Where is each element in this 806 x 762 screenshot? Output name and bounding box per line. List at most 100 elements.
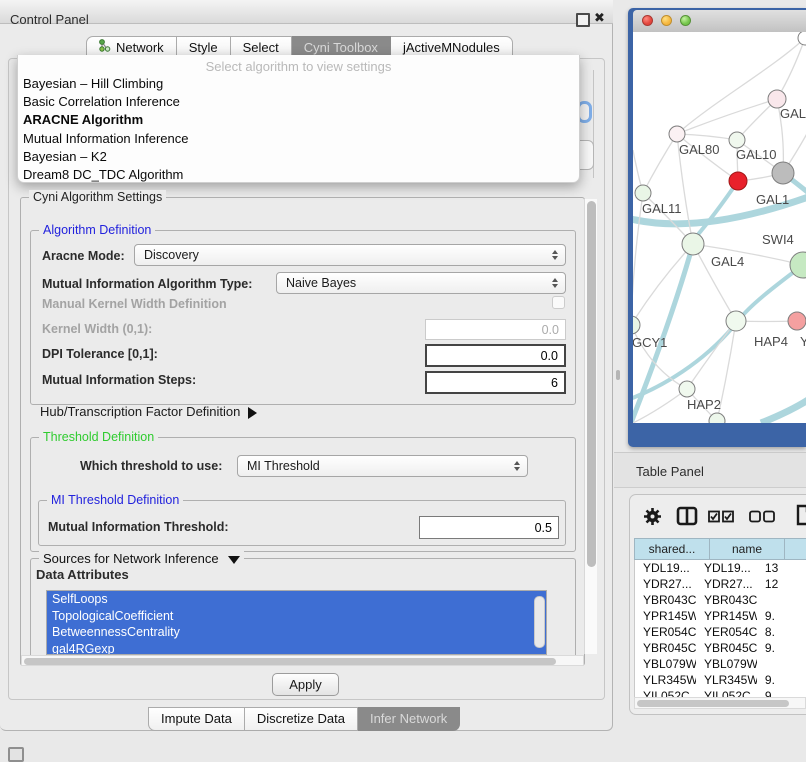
select-all-checkboxes-icon[interactable]	[708, 510, 735, 528]
network-node-y[interactable]	[788, 312, 806, 330]
mi-algorithm-type-value: Naive Bayes	[286, 276, 356, 290]
settings-vscroll-thumb[interactable]	[587, 201, 596, 567]
data-attributes-list[interactable]: SelfLoopsTopologicalCoefficientBetweenne…	[46, 590, 547, 655]
attributes-list-scrollbar[interactable]	[533, 594, 545, 651]
algorithm-option-bayesian-k2[interactable]: Bayesian – K2	[18, 148, 579, 166]
mi-threshold-group-title: MI Threshold Definition	[47, 493, 183, 507]
algorithm-option-aracne-algorithm[interactable]: ARACNE Algorithm	[18, 111, 579, 129]
network-node-gal1[interactable]	[729, 172, 747, 190]
algorithm-popup-placeholder: Select algorithm to view settings	[18, 58, 579, 75]
apply-button[interactable]: Apply	[272, 673, 339, 696]
table-cell: YBR045C	[635, 640, 696, 656]
attribute-item-topologicalcoefficient[interactable]: TopologicalCoefficient	[47, 608, 546, 625]
column-chooser-icon[interactable]	[676, 506, 698, 531]
table-row[interactable]: YBR043CYBR043C	[635, 592, 806, 608]
table-row[interactable]: YBL079WYBL079W	[635, 656, 806, 672]
bottom-tab-infer-network[interactable]: Infer Network	[358, 707, 460, 731]
mi-steps-field[interactable]: 6	[425, 371, 566, 394]
node-label-gal10: GAL10	[736, 147, 776, 162]
network-node-gal4[interactable]	[682, 233, 704, 255]
node-label-gal4: GAL4	[711, 254, 744, 269]
float-panel-icon[interactable]	[576, 13, 590, 27]
node-label-gal80: GAL80	[679, 142, 719, 157]
network-node[interactable]	[772, 162, 794, 184]
aracne-mode-combo[interactable]: Discovery	[134, 244, 566, 266]
node-label-gcy1: GCY1	[633, 335, 667, 350]
attributes-scroll-thumb[interactable]	[534, 596, 545, 648]
table-row[interactable]: YPR145WYPR145W9.	[635, 608, 806, 624]
node-label-hap2: HAP2	[687, 397, 721, 412]
table-cell: 9.	[757, 672, 806, 688]
panel-splitter-handle[interactable]	[616, 370, 620, 380]
table-hscroll-thumb[interactable]	[637, 700, 789, 707]
dpi-tolerance-field[interactable]: 0.0	[425, 344, 566, 367]
tab-label: Infer Network	[370, 708, 447, 730]
network-node-gcy1[interactable]	[633, 316, 640, 334]
hub-definition-label: Hub/Transcription Factor Definition	[40, 404, 240, 419]
which-threshold-combo[interactable]: MI Threshold	[237, 455, 528, 477]
docked-panel-icon[interactable]	[8, 747, 24, 762]
table-cell: YIL052C	[696, 688, 757, 697]
mi-algorithm-type-combo[interactable]: Naive Bayes	[276, 272, 566, 294]
table-row[interactable]: YER054CYER054C8.	[635, 624, 806, 640]
settings-horizontal-scrollbar[interactable]	[21, 655, 584, 666]
network-node-gal10[interactable]	[729, 132, 745, 148]
column-header-shared[interactable]: shared...	[635, 539, 710, 559]
manual-kernel-width-label: Manual Kernel Width Definition	[42, 297, 227, 311]
mi-threshold-field[interactable]: 0.5	[419, 516, 559, 539]
close-panel-icon[interactable]: ✖	[594, 10, 605, 26]
table-cell: 9.	[757, 608, 806, 624]
network-canvas[interactable]: GALGAL80GAL10GAL1GAL11GAL4SWI4HAP4YGCY1H…	[633, 32, 806, 423]
manual-kernel-width-checkbox[interactable]	[552, 296, 565, 309]
table-cell: YPR145W	[635, 608, 696, 624]
attribute-item-gal4rgexp[interactable]: gal4RGexp	[47, 641, 546, 656]
column-header-name[interactable]: name	[710, 539, 785, 559]
table-row[interactable]: YDL19...YDL19...13	[635, 560, 806, 576]
node-label-hap4: HAP4	[754, 334, 788, 349]
collapse-arrow-icon	[228, 556, 240, 564]
network-node-hap2[interactable]	[679, 381, 695, 397]
table-horizontal-scrollbar[interactable]	[634, 697, 806, 709]
network-nodes[interactable]	[633, 32, 806, 423]
network-node-gal80[interactable]	[669, 126, 685, 142]
tab-label: Discretize Data	[257, 708, 345, 730]
network-node-gal11[interactable]	[635, 185, 651, 201]
table-cell: 9	[757, 688, 806, 697]
threshold-definition-title: Threshold Definition	[39, 430, 158, 444]
table-row[interactable]: YDR27...YDR27...12	[635, 576, 806, 592]
minimize-window-icon[interactable]	[661, 15, 672, 26]
table-cell: YBR043C	[696, 592, 757, 608]
kernel-width-field[interactable]: 0.0	[425, 319, 566, 340]
table-row[interactable]: YIL052CYIL052C9	[635, 688, 806, 697]
settings-vertical-scrollbar[interactable]	[584, 199, 597, 654]
table-cell: YBL079W	[635, 656, 696, 672]
table-cell: YDR27...	[635, 576, 696, 592]
attribute-item-betweennesscentrality[interactable]: BetweennessCentrality	[47, 624, 546, 641]
sources-group-title[interactable]: Sources for Network Inference	[39, 551, 244, 566]
dpi-tolerance-label: DPI Tolerance [0,1]:	[42, 347, 158, 361]
algorithm-option-dream8-dc-tdc-algorithm[interactable]: Dream8 DC_TDC Algorithm	[18, 166, 579, 184]
table-row[interactable]: YBR045CYBR045C9.	[635, 640, 806, 656]
table-cell: YPR145W	[696, 608, 757, 624]
hub-definition-toggle[interactable]: Hub/Transcription Factor Definition	[40, 404, 257, 419]
algorithm-option-basic-correlation-inference[interactable]: Basic Correlation Inference	[18, 93, 579, 111]
table-cell: 8.	[757, 624, 806, 640]
attribute-item-selfloops[interactable]: SelfLoops	[47, 591, 546, 608]
table-cell	[757, 592, 806, 608]
node-label-gal: GAL	[780, 106, 806, 121]
algorithm-option-bayesian-hill-climbing[interactable]: Bayesian – Hill Climbing	[18, 75, 579, 93]
table-row[interactable]: YLR345WYLR345W9.	[635, 672, 806, 688]
deselect-all-checkboxes-icon[interactable]	[749, 510, 776, 528]
network-window-titlebar	[633, 10, 806, 33]
algorithm-option-mutual-information-inference[interactable]: Mutual Information Inference	[18, 130, 579, 148]
bottom-tab-impute-data[interactable]: Impute Data	[148, 707, 245, 731]
network-node-hap4[interactable]	[726, 311, 746, 331]
bottom-tab-discretize-data[interactable]: Discretize Data	[245, 707, 358, 731]
zoom-window-icon[interactable]	[680, 15, 691, 26]
column-header-a[interactable]: A	[785, 539, 806, 559]
combo-stepper-icon	[552, 250, 558, 260]
new-table-icon[interactable]	[796, 503, 806, 532]
settings-hscroll-thumb[interactable]	[24, 658, 556, 665]
close-window-icon[interactable]	[642, 15, 653, 26]
settings-gear-icon[interactable]	[643, 507, 662, 531]
